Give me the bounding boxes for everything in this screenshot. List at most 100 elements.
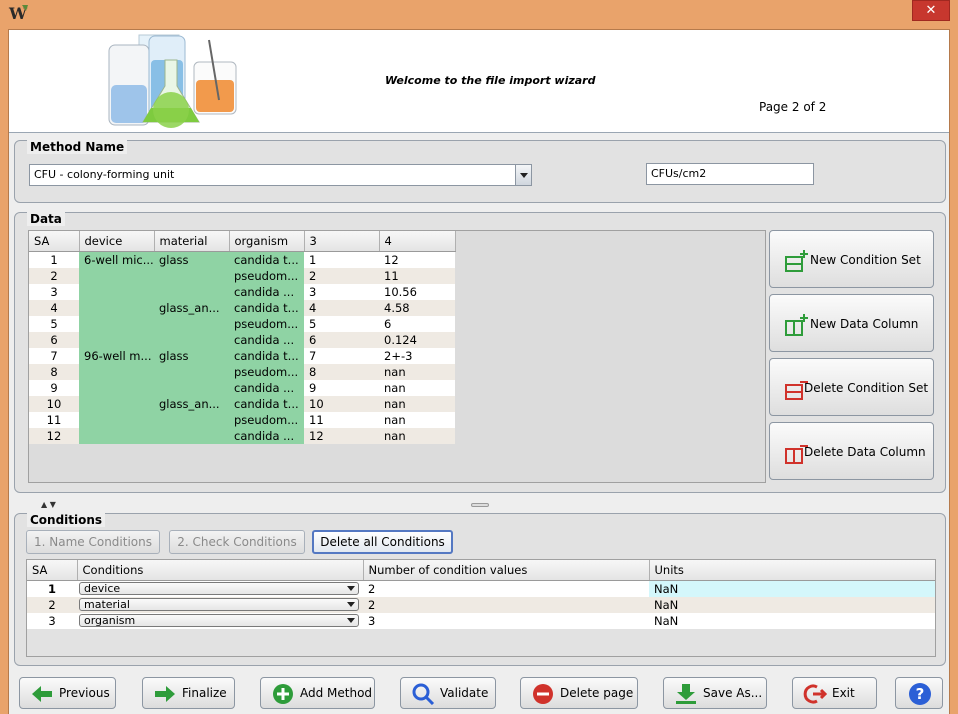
data-table[interactable]: SA device material organism 3 4 1 6-well mic..… [28, 230, 766, 483]
data-cell[interactable]: 3 [304, 283, 379, 300]
data-cell[interactable]: nan [379, 379, 455, 396]
data-cell[interactable]: 12 [379, 251, 455, 268]
data-cell[interactable] [154, 363, 229, 380]
condition-row[interactable]: 2 material 2 NaN [27, 596, 935, 613]
data-row[interactable]: 2 pseudom... 2 11 [29, 267, 455, 284]
splitter-handle[interactable] [471, 503, 489, 507]
data-cell[interactable]: 2 [304, 267, 379, 284]
data-cell[interactable]: 6-well mic... [79, 251, 154, 268]
condition-row[interactable]: 1 device 2 NaN [27, 580, 935, 597]
delete-data-column-button[interactable]: Delete Data Column [769, 422, 934, 480]
chevron-down-icon[interactable] [347, 602, 355, 607]
finalize-button[interactable]: Finalize [142, 677, 235, 709]
data-cell[interactable]: candida ... [229, 379, 304, 396]
new-data-column-button[interactable]: New Data Column [769, 294, 934, 352]
conditions-column-header[interactable]: SA [27, 560, 78, 581]
data-cell[interactable] [154, 283, 229, 300]
condition-units[interactable]: NaN [649, 580, 935, 597]
condition-units[interactable]: NaN [649, 612, 935, 629]
condition-units[interactable]: NaN [649, 596, 935, 613]
data-cell[interactable]: candida ... [229, 427, 304, 444]
exit-button[interactable]: Exit [792, 677, 877, 709]
data-cell[interactable] [79, 379, 154, 396]
condition-count[interactable]: 3 [363, 612, 649, 629]
data-cell[interactable]: glass [154, 347, 229, 364]
data-cell[interactable] [79, 395, 154, 412]
data-row[interactable]: 4 glass_an... candida t... 4 4.58 [29, 299, 455, 316]
data-row[interactable]: 12 candida ... 12 nan [29, 427, 455, 444]
data-cell[interactable] [79, 331, 154, 348]
data-column-header[interactable]: material [154, 231, 230, 252]
conditions-column-header[interactable]: Conditions [77, 560, 364, 581]
data-cell[interactable]: glass [154, 251, 229, 268]
delete-condition-set-button[interactable]: Delete Condition Set [769, 358, 934, 416]
data-cell[interactable]: candida t... [229, 251, 304, 268]
data-cell[interactable]: 2+-3 [379, 347, 455, 364]
data-cell[interactable]: glass_an... [154, 299, 229, 316]
data-cell[interactable] [79, 427, 154, 444]
data-cell[interactable] [154, 427, 229, 444]
data-cell[interactable]: 0.124 [379, 331, 455, 348]
data-cell[interactable] [79, 363, 154, 380]
data-cell[interactable]: 12 [304, 427, 379, 444]
data-cell[interactable]: candida ... [229, 331, 304, 348]
data-row[interactable]: 7 96-well m... glass candida t... 7 2+-3 [29, 347, 455, 364]
data-cell[interactable] [79, 283, 154, 300]
chevron-down-icon[interactable] [347, 586, 355, 591]
close-button[interactable]: ✕ [912, 0, 950, 21]
new-condition-set-button[interactable]: New Condition Set [769, 230, 934, 288]
method-select[interactable]: CFU - colony-forming unit [29, 164, 532, 186]
conditions-column-header[interactable]: Units [649, 560, 935, 581]
condition-row[interactable]: 3 organism 3 NaN [27, 612, 935, 629]
help-button[interactable]: ? [895, 677, 943, 709]
data-cell[interactable] [79, 411, 154, 428]
data-cell[interactable] [154, 379, 229, 396]
data-cell[interactable] [79, 315, 154, 332]
data-cell[interactable]: 8 [304, 363, 379, 380]
data-cell[interactable]: pseudom... [229, 411, 304, 428]
data-row[interactable]: 10 glass_an... candida t... 10 nan [29, 395, 455, 412]
condition-select[interactable]: organism [79, 614, 359, 627]
data-column-header[interactable]: 4 [379, 231, 456, 252]
data-cell[interactable]: 4.58 [379, 299, 455, 316]
data-cell[interactable]: nan [379, 395, 455, 412]
save-as-button[interactable]: Save As... [663, 677, 767, 709]
data-cell[interactable]: pseudom... [229, 363, 304, 380]
data-row[interactable]: 8 pseudom... 8 nan [29, 363, 455, 380]
tab-name-conditions[interactable]: 1. Name Conditions [26, 530, 160, 554]
data-cell[interactable]: candida t... [229, 299, 304, 316]
condition-count[interactable]: 2 [363, 596, 649, 613]
data-cell[interactable]: glass_an... [154, 395, 229, 412]
data-cell[interactable]: pseudom... [229, 315, 304, 332]
condition-select[interactable]: material [79, 598, 359, 611]
chevron-down-icon[interactable] [515, 165, 531, 185]
data-cell[interactable]: 5 [304, 315, 379, 332]
data-cell[interactable]: 11 [379, 267, 455, 284]
previous-button[interactable]: Previous [19, 677, 116, 709]
data-row[interactable]: 5 pseudom... 5 6 [29, 315, 455, 332]
data-cell[interactable]: pseudom... [229, 267, 304, 284]
data-column-header[interactable]: SA [29, 231, 80, 252]
data-cell[interactable]: candida t... [229, 395, 304, 412]
add-method-button[interactable]: Add Method [260, 677, 375, 709]
condition-count[interactable]: 2 [363, 580, 649, 597]
data-row[interactable]: 6 candida ... 6 0.124 [29, 331, 455, 348]
data-cell[interactable]: nan [379, 411, 455, 428]
data-cell[interactable]: nan [379, 363, 455, 380]
data-cell[interactable]: 10.56 [379, 283, 455, 300]
unit-field[interactable]: CFUs/cm2 [646, 163, 814, 185]
data-cell[interactable]: 10 [304, 395, 379, 412]
data-cell[interactable]: nan [379, 427, 455, 444]
conditions-table[interactable]: SA Conditions Number of condition values Un… [26, 559, 936, 657]
data-cell[interactable]: 96-well m... [79, 347, 154, 364]
data-cell[interactable]: 6 [304, 331, 379, 348]
data-cell[interactable]: candida t... [229, 347, 304, 364]
data-cell[interactable]: 1 [304, 251, 379, 268]
data-cell[interactable] [79, 267, 154, 284]
splitter-arrows-icon[interactable]: ▲ ▼ [41, 500, 56, 509]
delete-page-button[interactable]: Delete page [520, 677, 638, 709]
data-row[interactable]: 9 candida ... 9 nan [29, 379, 455, 396]
data-cell[interactable] [154, 411, 229, 428]
conditions-column-header[interactable]: Number of condition values [363, 560, 650, 581]
data-cell[interactable] [154, 267, 229, 284]
